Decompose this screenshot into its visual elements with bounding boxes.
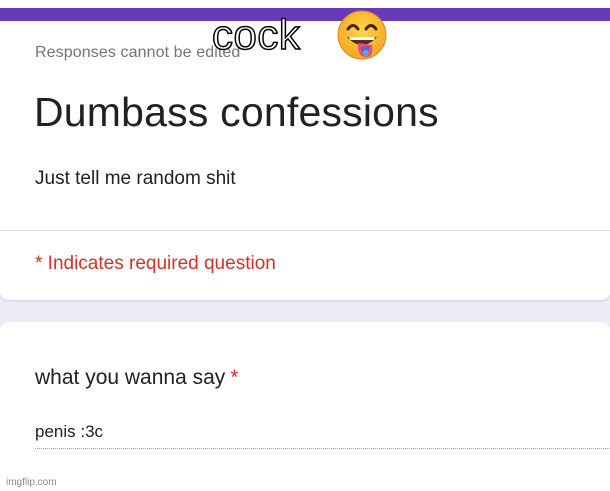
required-asterisk: * <box>230 366 239 389</box>
overlay-caption: cock <box>211 10 301 59</box>
form-title: Dumbass confessions <box>34 89 439 135</box>
question-label: what you wanna say <box>35 366 226 389</box>
top-strip <box>0 0 610 8</box>
face-savoring-food-icon <box>337 10 387 60</box>
form-accent-bar <box>0 8 610 21</box>
header-divider <box>0 230 610 231</box>
answer-field[interactable]: penis :3c <box>35 422 610 449</box>
readonly-note: Responses cannot be edited <box>35 44 241 61</box>
question-card: what you wanna say * penis :3c <box>0 322 610 491</box>
form-description: Just tell me random shit <box>35 168 236 189</box>
form-header-card: Responses cannot be edited Dumbass confe… <box>0 0 610 300</box>
required-note: * Indicates required question <box>35 253 276 274</box>
imgflip-watermark: imgflip.com <box>6 477 57 488</box>
question-title: what you wanna say * <box>35 366 238 390</box>
